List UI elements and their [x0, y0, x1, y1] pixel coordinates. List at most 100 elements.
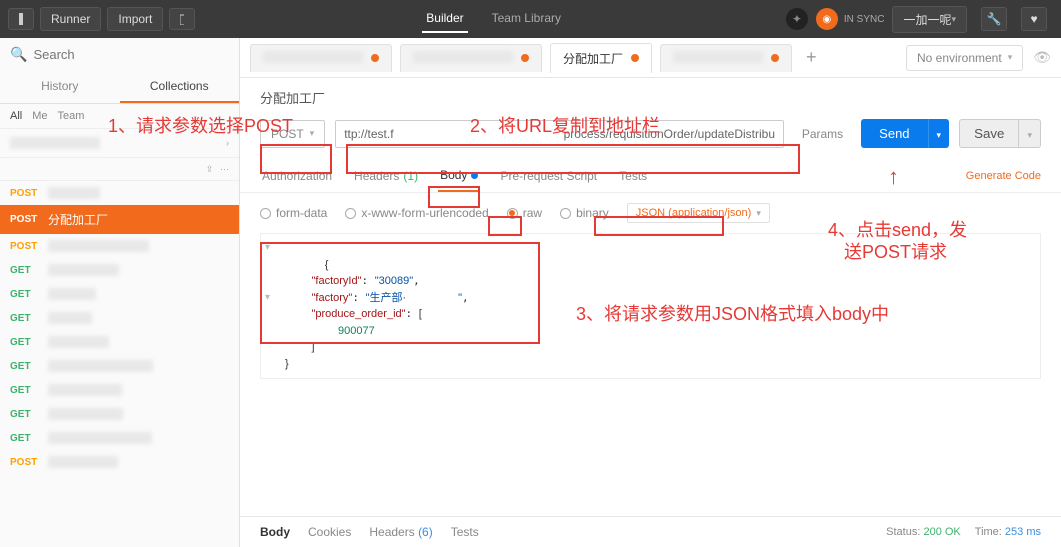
params-button[interactable]: Params — [794, 121, 851, 147]
sidebar-request-item[interactable]: GET — [0, 282, 239, 306]
status-indicator: Status: 200 OK — [886, 526, 961, 538]
body-type-row: form-data x-www-form-urlencoded raw bina… — [240, 193, 1061, 233]
heart-button[interactable]: ♥ — [1021, 7, 1047, 31]
method-badge: POST — [10, 214, 40, 225]
sidebar-request-item[interactable]: GET — [0, 402, 239, 426]
chevron-right-icon: › — [226, 138, 229, 148]
sidebar-request-item[interactable]: GET — [0, 330, 239, 354]
search-icon: 🔍 — [10, 46, 27, 63]
chevron-down-icon: ▾ — [937, 130, 942, 140]
settings-button[interactable]: 🔧 — [981, 7, 1007, 31]
env-quicklook-button[interactable]: 👁 — [1033, 49, 1051, 66]
top-toolbar: Runner Import Builder Team Library ✦ ◉ I… — [0, 0, 1061, 38]
method-select[interactable]: POST ▾ — [260, 120, 325, 148]
raw-label: raw — [523, 206, 542, 220]
more-icon[interactable]: ⋯ — [220, 164, 229, 175]
request-name — [48, 336, 229, 348]
method-badge: POST — [10, 188, 40, 199]
body-editor[interactable]: ▾▾{ "factoryId": "30089", "factory": "生产… — [260, 233, 1041, 379]
body-type-formdata[interactable]: form-data — [260, 206, 327, 220]
resp-headers-label: Headers — [369, 525, 414, 539]
response-body-tab[interactable]: Body — [260, 525, 290, 539]
sync-status: ◉ IN SYNC — [816, 8, 885, 30]
sidebar-request-item[interactable]: POST — [0, 450, 239, 474]
urlenc-label: x-www-form-urlencoded — [361, 206, 488, 220]
body-label: Body — [440, 168, 467, 182]
sidebar-toggle-button[interactable] — [8, 8, 34, 30]
request-name — [48, 360, 229, 372]
chevron-down-icon: ▾ — [756, 208, 761, 219]
sidebar-request-item[interactable]: GET — [0, 378, 239, 402]
collections-tab[interactable]: Collections — [120, 71, 240, 103]
response-cookies-tab[interactable]: Cookies — [308, 525, 351, 539]
collection-actions[interactable]: ⇪ ⋯ — [0, 158, 239, 181]
send-dropdown[interactable]: ▾ — [928, 119, 950, 148]
builder-tab[interactable]: Builder — [422, 5, 467, 33]
response-tests-tab[interactable]: Tests — [451, 525, 479, 539]
environment-select[interactable]: No environment ▾ — [906, 45, 1023, 71]
body-type-urlencoded[interactable]: x-www-form-urlencoded — [345, 206, 488, 220]
tests-tab[interactable]: Tests — [617, 161, 649, 191]
collection-folder[interactable]: › — [0, 129, 239, 158]
sidebar-request-item[interactable]: GET — [0, 426, 239, 450]
generate-code-link[interactable]: Generate Code — [966, 170, 1041, 182]
chevron-down-icon: ▾ — [1008, 52, 1013, 63]
headers-tab[interactable]: Headers (1) — [352, 161, 420, 191]
filter-me[interactable]: Me — [32, 110, 47, 122]
send-button[interactable]: Send — [861, 119, 927, 148]
history-tab[interactable]: History — [0, 71, 120, 103]
topbar-right: ✦ ◉ IN SYNC 一加一呢 ▾ 🔧 ♥ — [786, 6, 1053, 33]
filter-all[interactable]: All — [10, 110, 22, 122]
time-indicator: Time: 253 ms — [975, 526, 1041, 538]
new-window-icon — [180, 13, 184, 25]
raw-content-type-select[interactable]: JSON (application/json) ▾ — [627, 203, 770, 223]
body-type-raw[interactable]: raw — [507, 206, 542, 220]
body-type-binary[interactable]: binary — [560, 206, 609, 220]
runner-button[interactable]: Runner — [40, 7, 101, 31]
request-name — [48, 312, 229, 324]
team-library-tab[interactable]: Team Library — [488, 5, 565, 33]
tab-title — [673, 51, 763, 63]
request-tab[interactable] — [250, 44, 392, 72]
auth-tab[interactable]: Authorization — [260, 161, 334, 191]
request-tab[interactable] — [400, 44, 542, 72]
resp-headers-count: (6) — [418, 525, 433, 539]
url-input[interactable] — [335, 120, 784, 148]
import-button[interactable]: Import — [107, 7, 163, 31]
filter-team[interactable]: Team — [58, 110, 85, 122]
request-subtabs: Authorization Headers (1) Body Pre-reque… — [240, 160, 1061, 193]
sidebar-request-item[interactable]: POST分配加工厂 — [0, 205, 239, 234]
save-dropdown[interactable]: ▾ — [1019, 119, 1041, 148]
binary-label: binary — [576, 206, 609, 220]
prerequest-tab[interactable]: Pre-request Script — [498, 161, 599, 191]
sidebar-request-item[interactable]: GET — [0, 306, 239, 330]
sidebar-request-item[interactable]: GET — [0, 258, 239, 282]
account-menu[interactable]: 一加一呢 ▾ — [892, 6, 967, 33]
collections-list[interactable]: › ⇪ ⋯ POSTPOST分配加工厂POSTGETGETGETGETGETGE… — [0, 129, 239, 547]
folder-name — [10, 137, 100, 149]
method-label: POST — [271, 127, 304, 141]
fold-gutter[interactable]: ▾▾ — [265, 240, 270, 339]
response-bar: Body Cookies Headers (6) Tests Status: 2… — [240, 516, 1061, 547]
request-name — [48, 264, 229, 276]
sidebar-request-item[interactable]: POST — [0, 181, 239, 205]
sidebar-request-item[interactable]: GET — [0, 354, 239, 378]
method-badge: GET — [10, 289, 40, 300]
json-select-label: JSON (application/json) — [636, 207, 752, 219]
search-input[interactable] — [33, 47, 229, 62]
sidebar-request-item[interactable]: POST — [0, 234, 239, 258]
chevron-down-icon: ▾ — [951, 14, 956, 25]
save-button[interactable]: Save — [959, 119, 1019, 148]
request-tab[interactable] — [660, 44, 792, 72]
request-tab-active[interactable]: 分配加工厂 — [550, 43, 652, 73]
response-headers-tab[interactable]: Headers (6) — [369, 525, 432, 539]
unsaved-dot-icon — [631, 54, 639, 62]
satellite-icon[interactable]: ✦ — [786, 8, 808, 30]
request-name — [48, 384, 229, 396]
share-icon[interactable]: ⇪ — [206, 164, 214, 175]
env-label: No environment — [917, 51, 1002, 65]
method-badge: GET — [10, 337, 40, 348]
new-window-button[interactable] — [169, 8, 195, 30]
body-tab[interactable]: Body — [438, 160, 480, 192]
new-tab-button[interactable]: + — [800, 47, 823, 68]
